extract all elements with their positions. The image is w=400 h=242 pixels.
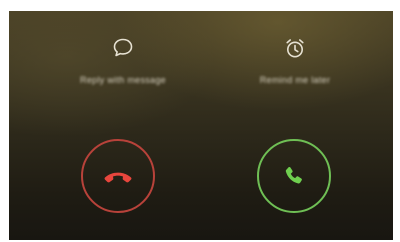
phone-hangup-icon xyxy=(104,172,132,183)
alarm-clock-icon xyxy=(286,39,304,58)
reminder-option-label: Remind me later xyxy=(259,75,331,85)
phone-answer-icon xyxy=(285,166,302,184)
message-option[interactable]: Reply with message xyxy=(63,35,183,86)
incoming-call-screen: Reply with message Remind me later xyxy=(9,11,393,240)
decline-call-button[interactable] xyxy=(81,139,155,213)
reminder-option[interactable]: Remind me later xyxy=(235,35,355,86)
answer-call-button[interactable] xyxy=(257,139,331,213)
message-bubble-icon xyxy=(113,38,133,57)
message-option-label: Reply with message xyxy=(80,75,166,85)
